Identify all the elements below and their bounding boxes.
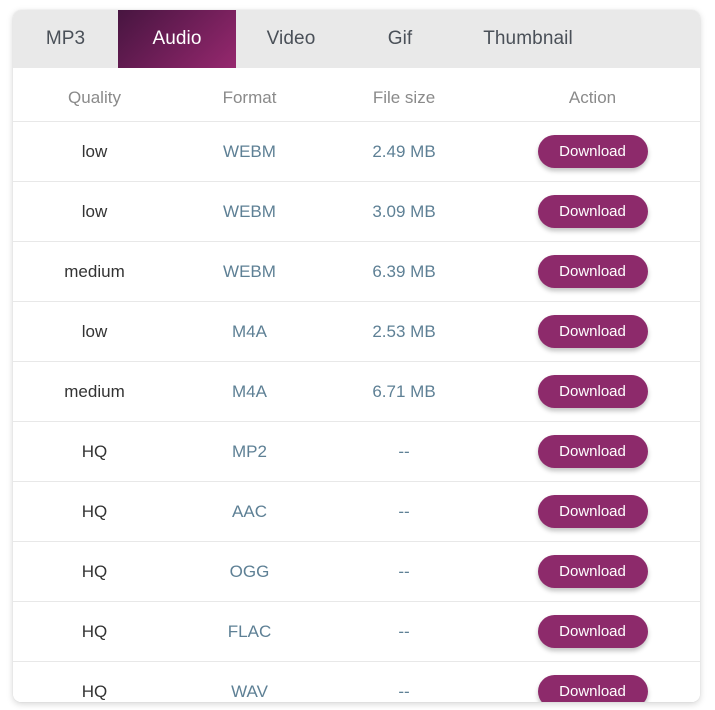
cell-action: Download <box>485 375 700 408</box>
cell-format: WEBM <box>223 261 276 281</box>
cell-quality: HQ <box>81 681 108 701</box>
cell-format: WAV <box>231 681 268 701</box>
cell-action: Download <box>485 255 700 288</box>
cell-file-size: 3.09 MB <box>372 201 436 221</box>
tab-mp3-label: MP3 <box>45 28 86 49</box>
cell-file-size: -- <box>398 621 410 641</box>
cell-quality: HQ <box>81 561 108 581</box>
download-button[interactable]: Download <box>537 435 648 468</box>
table-row: low M4A 2.53 MB Download <box>13 302 700 362</box>
table-row: HQ OGG -- Download <box>13 542 700 602</box>
cell-format: OGG <box>229 561 270 581</box>
table-row: medium M4A 6.71 MB Download <box>13 362 700 422</box>
tab-gif-label: Gif <box>387 28 413 49</box>
download-button[interactable]: Download <box>537 315 648 348</box>
cell-format: WEBM <box>223 201 276 221</box>
cell-format: M4A <box>232 321 267 341</box>
tab-audio[interactable]: Audio <box>118 10 236 68</box>
cell-file-size: -- <box>398 441 410 461</box>
cell-quality: low <box>81 201 108 221</box>
table-row: low WEBM 3.09 MB Download <box>13 182 700 242</box>
tab-thumbnail[interactable]: Thumbnail <box>454 10 602 68</box>
tab-video-label: Video <box>266 28 316 49</box>
cell-action: Download <box>485 435 700 468</box>
download-options-table: Quality Format File size Action low WEBM… <box>13 68 700 702</box>
cell-action: Download <box>485 615 700 648</box>
column-header-format: Format <box>222 87 277 107</box>
cell-action: Download <box>485 555 700 588</box>
download-button[interactable]: Download <box>537 555 648 588</box>
column-header-file-size: File size <box>372 87 436 107</box>
cell-file-size: 6.71 MB <box>372 381 436 401</box>
download-options-card: MP3 Audio Video Gif Thumbnail Quality Fo… <box>13 10 700 702</box>
cell-format: WEBM <box>223 141 276 161</box>
column-header-quality: Quality <box>68 87 121 107</box>
cell-quality: HQ <box>81 441 108 461</box>
cell-file-size: -- <box>398 561 410 581</box>
table-row: HQ AAC -- Download <box>13 482 700 542</box>
cell-quality: HQ <box>81 501 108 521</box>
cell-action: Download <box>485 135 700 168</box>
column-header-action: Action <box>568 87 617 107</box>
download-button[interactable]: Download <box>537 195 648 228</box>
format-tabbar: MP3 Audio Video Gif Thumbnail <box>13 10 700 68</box>
download-button[interactable]: Download <box>537 615 648 648</box>
cell-file-size: 2.53 MB <box>372 321 436 341</box>
cell-file-size: -- <box>398 681 410 701</box>
cell-action: Download <box>485 675 700 702</box>
cell-file-size: 6.39 MB <box>372 261 436 281</box>
cell-quality: medium <box>64 261 125 281</box>
cell-action: Download <box>485 195 700 228</box>
download-button[interactable]: Download <box>537 495 648 528</box>
tab-video[interactable]: Video <box>236 10 346 68</box>
table-row: HQ MP2 -- Download <box>13 422 700 482</box>
table-header-row: Quality Format File size Action <box>13 68 700 122</box>
tab-audio-label: Audio <box>152 28 202 49</box>
cell-action: Download <box>485 315 700 348</box>
table-row: medium WEBM 6.39 MB Download <box>13 242 700 302</box>
page-root: MP3 Audio Video Gif Thumbnail Quality Fo… <box>0 0 715 710</box>
table-row: HQ FLAC -- Download <box>13 602 700 662</box>
cell-format: AAC <box>232 501 267 521</box>
download-button[interactable]: Download <box>537 255 648 288</box>
download-button[interactable]: Download <box>537 135 648 168</box>
cell-format: MP2 <box>232 441 267 461</box>
cell-file-size: 2.49 MB <box>372 141 436 161</box>
cell-quality: low <box>81 321 108 341</box>
cell-file-size: -- <box>398 501 410 521</box>
download-button[interactable]: Download <box>537 675 648 702</box>
table-row: HQ WAV -- Download <box>13 662 700 702</box>
tab-gif[interactable]: Gif <box>346 10 454 68</box>
table-row: low WEBM 2.49 MB Download <box>13 122 700 182</box>
tab-thumbnail-label: Thumbnail <box>483 28 573 49</box>
cell-quality: HQ <box>81 621 108 641</box>
cell-quality: low <box>81 141 108 161</box>
download-button[interactable]: Download <box>537 375 648 408</box>
tab-mp3[interactable]: MP3 <box>13 10 118 68</box>
cell-quality: medium <box>64 381 125 401</box>
cell-format: M4A <box>232 381 267 401</box>
cell-format: FLAC <box>227 621 272 641</box>
cell-action: Download <box>485 495 700 528</box>
